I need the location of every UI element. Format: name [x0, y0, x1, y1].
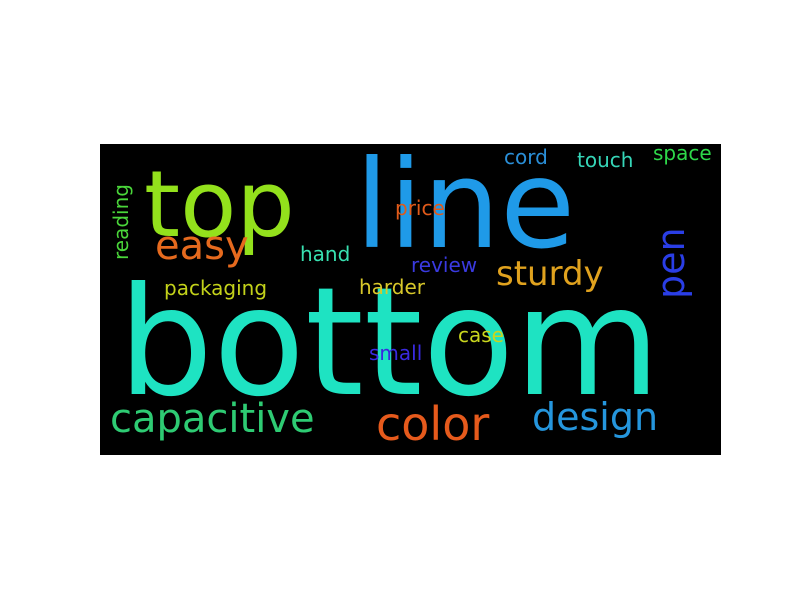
word-case: case [458, 323, 504, 347]
word-price: price [395, 196, 445, 220]
word-packaging: packaging [164, 276, 267, 300]
word-cloud-canvas: bottom line top capacitive color design … [109, 144, 712, 451]
word-pen: pen [649, 227, 693, 299]
word-harder: harder [359, 275, 426, 299]
word-small: small [369, 341, 422, 365]
word-review: review [411, 253, 477, 277]
word-cord: cord [504, 145, 548, 169]
figure-page: bottom line top capacitive color design … [0, 0, 800, 600]
word-color: color [376, 397, 489, 451]
word-design: design [532, 395, 658, 439]
word-capacitive: capacitive [110, 396, 315, 442]
word-easy: easy [155, 223, 249, 269]
word-hand: hand [300, 242, 350, 266]
word-sturdy: sturdy [496, 254, 604, 294]
word-cloud: bottom line top capacitive color design … [100, 144, 721, 455]
word-reading: reading [109, 184, 133, 260]
word-touch: touch [577, 148, 633, 172]
word-space: space [653, 144, 712, 165]
